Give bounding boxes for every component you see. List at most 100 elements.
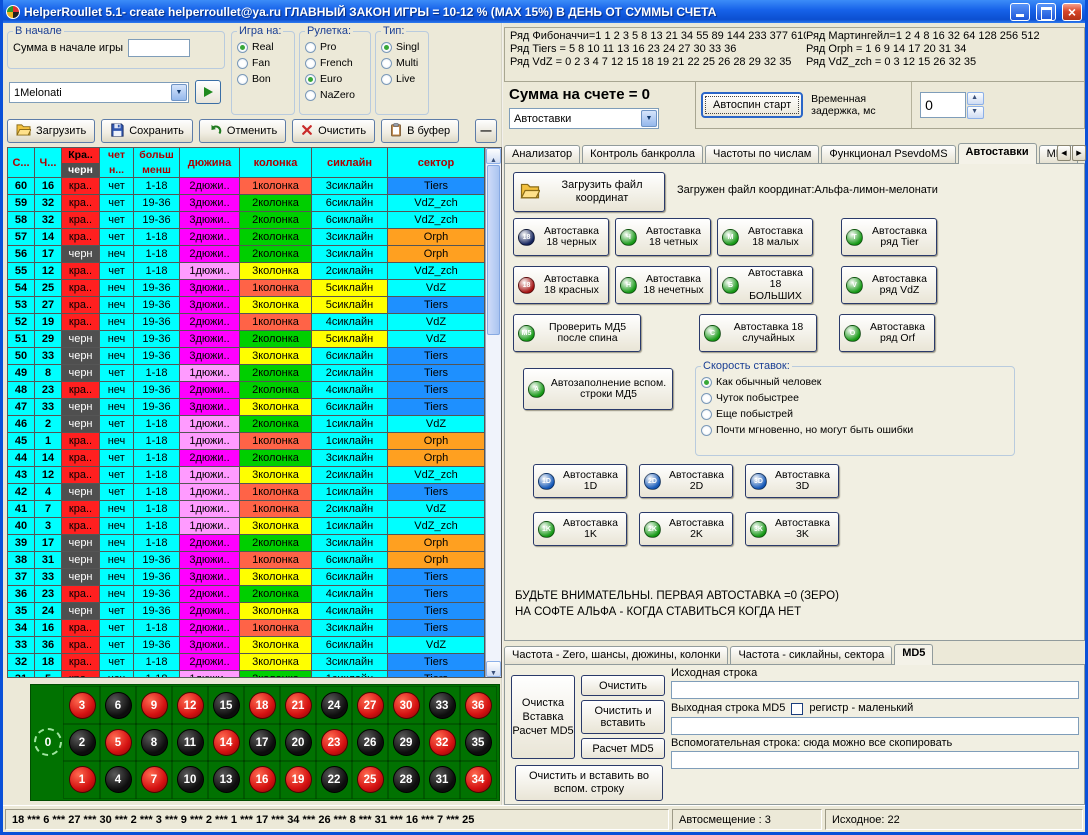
- table-row[interactable]: 3831черннеч19-363дюжи..1колонка6сиклайнO…: [8, 552, 501, 569]
- chevron-down-icon[interactable]: [641, 110, 657, 127]
- table-row[interactable]: 3218кра..чет1-182дюжи..3колонка3сиклайнT…: [8, 654, 501, 671]
- radio-option[interactable]: Singl: [381, 39, 423, 55]
- table-row[interactable]: 498чернчет1-181дюжи..2колонка2сиклайнTie…: [8, 365, 501, 382]
- board-number-7[interactable]: 7: [141, 766, 168, 793]
- board-number-8[interactable]: 8: [141, 729, 168, 756]
- board-number-9[interactable]: 9: [141, 692, 168, 719]
- autobet-button[interactable]: БАвтоставка 18 БОЛЬШИХ: [717, 266, 813, 304]
- register-checkbox[interactable]: [791, 703, 803, 715]
- autobet-button[interactable]: 2KАвтоставка 2K: [639, 512, 733, 546]
- autobets-select[interactable]: Автоставки: [509, 108, 659, 129]
- table-row[interactable]: 6016кра..чет1-182дюжи..1колонка3сиклайнT…: [8, 178, 501, 195]
- board-number-31[interactable]: 31: [429, 766, 456, 793]
- load-coordinates-button[interactable]: Загрузить файл координат: [513, 172, 665, 212]
- start-sum-input[interactable]: [128, 39, 190, 57]
- chevron-down-icon[interactable]: [171, 84, 187, 101]
- autobet-button[interactable]: 1DАвтоставка 1D: [533, 464, 627, 498]
- board-number-28[interactable]: 28: [393, 766, 420, 793]
- radio-option[interactable]: NaZero: [305, 87, 365, 103]
- table-row[interactable]: 5714кра..чет1-182дюжи..2колонка3сиклайнO…: [8, 229, 501, 246]
- board-number-2[interactable]: 2: [69, 729, 96, 756]
- table-row[interactable]: 424чернчет1-181дюжи..1колонка1сиклайнTie…: [8, 484, 501, 501]
- radio-option[interactable]: Real: [237, 39, 289, 55]
- autobet-button[interactable]: ТАвтоставка ряд Tier: [841, 218, 937, 256]
- table-row[interactable]: 3524чернчет19-362дюжи..3колонка4сиклайнT…: [8, 603, 501, 620]
- autobet-button[interactable]: НАвтоставка 18 нечетных: [615, 266, 711, 304]
- autobet-button[interactable]: 3DАвтоставка 3D: [745, 464, 839, 498]
- table-row[interactable]: 417кра..неч1-181дюжи..1колонка2сиклайнVd…: [8, 501, 501, 518]
- table-row[interactable]: 5932кра..чет19-363дюжи..2колонка6сиклайн…: [8, 195, 501, 212]
- radio-option[interactable]: Fan: [237, 55, 289, 71]
- autobet-button[interactable]: 1KАвтоставка 1K: [533, 512, 627, 546]
- autospin-start-button[interactable]: Автоспин старт: [701, 92, 803, 118]
- helper-string-input[interactable]: [671, 751, 1079, 769]
- close-button[interactable]: [1062, 3, 1082, 21]
- board-number-5[interactable]: 5: [105, 729, 132, 756]
- board-number-14[interactable]: 14: [213, 729, 240, 756]
- autobet-button[interactable]: 2DАвтоставка 2D: [639, 464, 733, 498]
- board-number-36[interactable]: 36: [465, 692, 492, 719]
- scroll-down-icon[interactable]: [486, 661, 501, 677]
- tab-Контроль банкролла[interactable]: Контроль банкролла: [582, 145, 703, 163]
- clear-paste-helper-button[interactable]: Очистить и вставить во вспом. строку: [515, 765, 663, 801]
- table-row[interactable]: 5425кра..неч19-363дюжи..1колонка5сиклайн…: [8, 280, 501, 297]
- undo-button[interactable]: Отменить: [199, 119, 286, 143]
- board-number-34[interactable]: 34: [465, 766, 492, 793]
- md5-calc-button[interactable]: Расчет MD5: [581, 738, 665, 759]
- md5-clear-button[interactable]: Очистить: [581, 675, 665, 696]
- board-number-20[interactable]: 20: [285, 729, 312, 756]
- source-string-input[interactable]: [671, 681, 1079, 699]
- board-number-21[interactable]: 21: [285, 692, 312, 719]
- scrollbar-thumb[interactable]: [487, 165, 500, 335]
- table-row[interactable]: 4312кра..чет1-181дюжи..3колонка2сиклайнV…: [8, 467, 501, 484]
- table-scrollbar[interactable]: [485, 148, 501, 677]
- table-row[interactable]: 451кра..неч1-181дюжи..1колонка1сиклайнOr…: [8, 433, 501, 450]
- collapse-button[interactable]: —: [475, 119, 497, 143]
- radio-option[interactable]: Euro: [305, 71, 365, 87]
- table-row[interactable]: 315кра..неч1-181дюжи..2колонка1сиклайнTi…: [8, 671, 501, 677]
- board-number-4[interactable]: 4: [105, 766, 132, 793]
- table-row[interactable]: 5327кра..неч19-363дюжи..3колонка5сиклайн…: [8, 297, 501, 314]
- table-row[interactable]: 3917черннеч1-182дюжи..2колонка3сиклайнOr…: [8, 535, 501, 552]
- md5-clear-paste-button[interactable]: Очистить и вставить: [581, 700, 665, 734]
- play-button[interactable]: [195, 80, 221, 104]
- board-number-29[interactable]: 29: [393, 729, 420, 756]
- autobet-button[interactable]: МАвтоставка 18 малых: [717, 218, 813, 256]
- tab-Частота - Zero, шансы, дюжины, колонки[interactable]: Частота - Zero, шансы, дюжины, колонки: [504, 646, 728, 664]
- autobet-button[interactable]: ААвтозаполнение вспом. строки МД5: [523, 368, 673, 410]
- radio-option[interactable]: Pro: [305, 39, 365, 55]
- board-number-27[interactable]: 27: [357, 692, 384, 719]
- tab-Частоты по числам[interactable]: Частоты по числам: [705, 145, 819, 163]
- tab-Автоставки[interactable]: Автоставки: [958, 143, 1037, 164]
- tab-Анализатор[interactable]: Анализатор: [504, 145, 580, 163]
- autobet-button[interactable]: М5Проверить МД5 после спина: [513, 314, 641, 352]
- profile-select[interactable]: 1Melonati: [9, 82, 189, 103]
- board-number-24[interactable]: 24: [321, 692, 348, 719]
- table-row[interactable]: 3416кра..чет1-182дюжи..1колонка3сиклайнT…: [8, 620, 501, 637]
- board-number-32[interactable]: 32: [429, 729, 456, 756]
- board-number-25[interactable]: 25: [357, 766, 384, 793]
- radio-option[interactable]: Почти мгновенно, но могут быть ошибки: [701, 422, 1009, 438]
- board-number-18[interactable]: 18: [249, 692, 276, 719]
- radio-option[interactable]: French: [305, 55, 365, 71]
- save-button[interactable]: Сохранить: [101, 119, 193, 143]
- autobet-button[interactable]: САвтоставка 18 случайных: [699, 314, 817, 352]
- maximize-button[interactable]: [1036, 3, 1056, 21]
- minimize-button[interactable]: [1010, 3, 1030, 21]
- board-number-6[interactable]: 6: [105, 692, 132, 719]
- table-row[interactable]: 3336кра..чет19-363дюжи..3колонка6сиклайн…: [8, 637, 501, 654]
- board-number-13[interactable]: 13: [213, 766, 240, 793]
- table-row[interactable]: 4414кра..чет1-182дюжи..2колонка3сиклайнO…: [8, 450, 501, 467]
- board-number-12[interactable]: 12: [177, 692, 204, 719]
- board-number-19[interactable]: 19: [285, 766, 312, 793]
- board-number-zero[interactable]: 0: [34, 728, 62, 756]
- board-number-10[interactable]: 10: [177, 766, 204, 793]
- board-number-35[interactable]: 35: [465, 729, 492, 756]
- table-row[interactable]: 3733черннеч19-363дюжи..3колонка6сиклайнT…: [8, 569, 501, 586]
- board-number-33[interactable]: 33: [429, 692, 456, 719]
- radio-option[interactable]: Live: [381, 71, 423, 87]
- board-number-16[interactable]: 16: [249, 766, 276, 793]
- open-folder-button[interactable]: Загрузить: [7, 119, 95, 143]
- board-number-26[interactable]: 26: [357, 729, 384, 756]
- board-number-15[interactable]: 15: [213, 692, 240, 719]
